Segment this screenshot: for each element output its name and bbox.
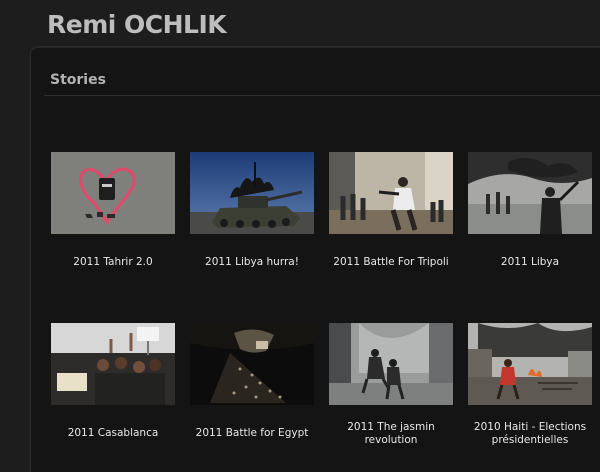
story-caption[interactable]: 2011 Libya — [460, 256, 600, 269]
site-title[interactable]: Remi OCHLIK — [47, 10, 227, 39]
story-libya-hurra[interactable]: 2011 Libya hurra! — [182, 152, 322, 282]
story-caption[interactable]: 2011 Tahrir 2.0 — [43, 256, 183, 269]
story-haiti-elections[interactable]: 2010 Haiti - Elections présidentielles — [460, 323, 600, 463]
jasmin-tear-gas-street-image — [329, 323, 453, 405]
story-thumbnail[interactable] — [468, 152, 592, 234]
section-divider — [44, 95, 600, 96]
story-caption[interactable]: 2011 Libya hurra! — [182, 256, 322, 269]
story-thumbnail[interactable] — [468, 323, 592, 405]
story-caption[interactable]: 2011 Casablanca — [43, 427, 183, 440]
egypt-aerial-night-image — [190, 323, 314, 405]
page: Remi OCHLIK Stories 2011 Tahrir 2.0 2011… — [0, 0, 600, 472]
story-libya[interactable]: 2011 Libya — [460, 152, 600, 282]
story-battle-egypt[interactable]: 2011 Battle for Egypt — [182, 323, 322, 463]
section-title: Stories — [50, 72, 106, 88]
libya-tank-crowd-image — [190, 152, 314, 234]
casablanca-protest-signs-image — [51, 323, 175, 405]
libya-fighters-smoke-image — [468, 152, 592, 234]
story-thumbnail[interactable] — [51, 323, 175, 405]
story-battle-tripoli[interactable]: 2011 Battle For Tripoli — [321, 152, 461, 282]
story-caption[interactable]: 2011 The jasmin revolution — [321, 421, 461, 447]
tahrir-heart-graffiti-image — [51, 152, 175, 234]
story-jasmin-revolution[interactable]: 2011 The jasmin revolution — [321, 323, 461, 463]
story-thumbnail[interactable] — [190, 152, 314, 234]
story-caption[interactable]: 2011 Battle For Tripoli — [321, 256, 461, 269]
story-thumbnail[interactable] — [190, 323, 314, 405]
story-thumbnail[interactable] — [329, 152, 453, 234]
haiti-fires-street-image — [468, 323, 592, 405]
tripoli-fighters-street-image — [329, 152, 453, 234]
story-thumbnail[interactable] — [329, 323, 453, 405]
story-tahrir[interactable]: 2011 Tahrir 2.0 — [43, 152, 183, 282]
story-caption[interactable]: 2010 Haiti - Elections présidentielles — [460, 421, 600, 447]
story-caption[interactable]: 2011 Battle for Egypt — [182, 427, 322, 440]
story-casablanca[interactable]: 2011 Casablanca — [43, 323, 183, 463]
story-thumbnail[interactable] — [51, 152, 175, 234]
